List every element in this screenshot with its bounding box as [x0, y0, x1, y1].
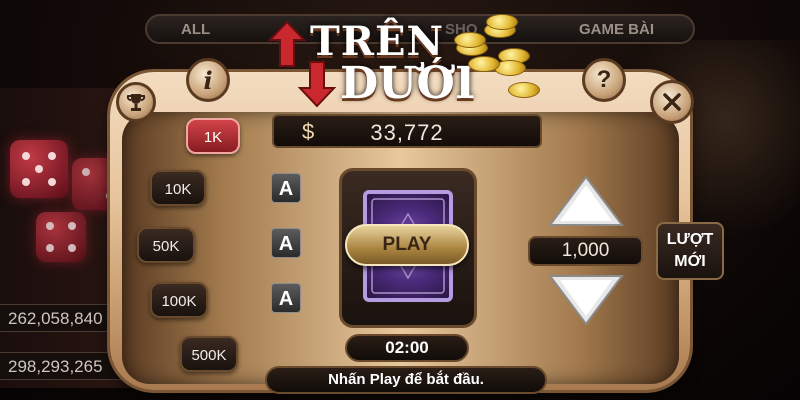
- balance-display: $ 33,772: [272, 114, 542, 148]
- card-history: A: [271, 228, 301, 258]
- round-timer: 02:00: [345, 334, 469, 362]
- close-icon: [663, 93, 681, 111]
- arrow-down-icon: [298, 61, 336, 108]
- card-history: A: [271, 283, 301, 313]
- close-button[interactable]: [650, 80, 694, 124]
- new-round-label-2: MỚI: [674, 253, 706, 270]
- balance-amount: 33,772: [370, 120, 444, 145]
- triangle-down-icon: [548, 275, 624, 326]
- higher-button[interactable]: [546, 173, 626, 229]
- game-logo: TRÊN DƯỚI: [268, 14, 548, 113]
- question-icon: ?: [596, 66, 612, 93]
- lower-button[interactable]: [546, 272, 626, 328]
- dice-icon: [10, 140, 68, 198]
- play-button[interactable]: PLAY: [345, 224, 469, 266]
- info-button[interactable]: i: [186, 58, 230, 102]
- new-round-label-1: LƯỢT: [666, 231, 714, 248]
- help-button[interactable]: ?: [582, 58, 626, 102]
- trophy-icon: [126, 94, 146, 111]
- triangle-up-icon: [548, 175, 624, 226]
- logo-line-2: DƯỚI: [340, 58, 476, 109]
- card-history: A: [271, 173, 301, 203]
- new-round-button[interactable]: LƯỢT MỚI: [656, 222, 724, 280]
- chip-100k[interactable]: 100K: [150, 282, 208, 318]
- chip-1k[interactable]: 1K: [186, 118, 240, 154]
- chip-500k[interactable]: 500K: [180, 336, 238, 372]
- dice-icon: [36, 212, 86, 262]
- chip-50k[interactable]: 50K: [137, 227, 195, 263]
- bet-amount: 1,000: [528, 236, 643, 266]
- status-message: Nhấn Play để bắt đầu.: [265, 366, 547, 394]
- trophy-button[interactable]: [116, 82, 156, 122]
- tab-all[interactable]: ALL: [181, 21, 210, 38]
- chip-10k[interactable]: 10K: [150, 170, 206, 206]
- tab-game-bai[interactable]: GAME BÀI: [579, 21, 654, 38]
- info-icon: i: [203, 65, 213, 95]
